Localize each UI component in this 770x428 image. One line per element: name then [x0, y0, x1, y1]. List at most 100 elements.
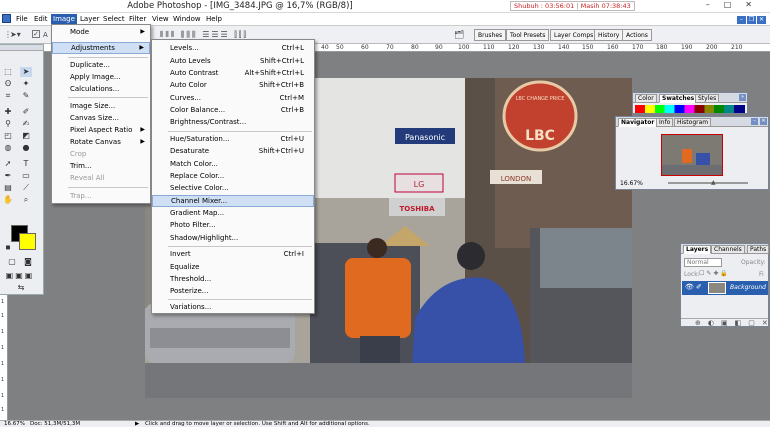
panel-minimize-icon[interactable]: –: [751, 118, 758, 125]
menu-item-auto-contrast[interactable]: Auto Contrast Alt+Shift+Ctrl+L: [152, 67, 314, 79]
menu-item-duplicate[interactable]: Duplicate...: [52, 59, 150, 71]
minimize-button[interactable]: –: [706, 0, 724, 9]
toolbox-grip[interactable]: [0, 45, 43, 51]
menu-item-auto-color[interactable]: Auto Color Shift+Ctrl+B: [152, 79, 314, 91]
marquee-tool-icon[interactable]: ⬚: [2, 67, 14, 77]
quick-mask-icon[interactable]: ◙: [22, 257, 34, 267]
tab-styles[interactable]: Styles: [695, 94, 720, 103]
menu-help[interactable]: Help: [204, 14, 224, 24]
menu-item-curves[interactable]: Curves... Ctrl+M: [152, 92, 314, 104]
menu-window[interactable]: Window: [171, 14, 203, 24]
menu-item-gradient-map[interactable]: Gradient Map...: [152, 207, 314, 219]
blur-tool-icon[interactable]: ◍: [2, 143, 14, 153]
menu-item-equalize[interactable]: Equalize: [152, 261, 314, 273]
menu-image[interactable]: Image: [51, 14, 77, 24]
background-color-swatch[interactable]: [19, 233, 36, 250]
menu-edit[interactable]: Edit: [32, 14, 50, 24]
menu-item-threshold[interactable]: Threshold...: [152, 273, 314, 285]
shape-tool-icon[interactable]: ▭: [20, 171, 32, 181]
gradient-tool-icon[interactable]: ◩: [20, 131, 32, 141]
menu-filter[interactable]: Filter: [127, 14, 148, 24]
zoom-slider-thumb-icon[interactable]: ▲: [711, 179, 716, 186]
menu-item-mode[interactable]: Mode ▶: [52, 26, 150, 38]
jump-to-imageready-icon[interactable]: ⇆: [6, 283, 36, 293]
doc-close-button[interactable]: ✕: [757, 16, 766, 24]
layer-name[interactable]: Background: [730, 284, 766, 291]
tab-channels[interactable]: Channels: [711, 245, 745, 254]
eye-icon[interactable]: 👁: [685, 283, 694, 291]
menu-select[interactable]: Select: [101, 14, 127, 24]
dodge-tool-icon[interactable]: ●: [20, 143, 32, 153]
menu-item-calculations[interactable]: Calculations...: [52, 83, 150, 95]
panel-close-icon[interactable]: ✕: [760, 118, 767, 125]
standard-mode-icon[interactable]: ▢: [6, 257, 18, 267]
menu-item-pixel-aspect-ratio[interactable]: Pixel Aspect Ratio ▶: [52, 124, 150, 136]
menu-item-apply-image[interactable]: Apply Image...: [52, 71, 150, 83]
lasso-tool-icon[interactable]: ʘ: [2, 79, 14, 89]
history-brush-icon[interactable]: ✍: [20, 119, 32, 129]
menu-item-image-size[interactable]: Image Size...: [52, 100, 150, 112]
doc-minimize-button[interactable]: –: [737, 16, 746, 24]
well-tab-layer-comps[interactable]: Layer Comps: [550, 29, 598, 41]
menu-item-posterize[interactable]: Posterize...: [152, 285, 314, 297]
tab-color[interactable]: Color: [635, 94, 657, 103]
doc-restore-button[interactable]: ❐: [747, 16, 756, 24]
slice-tool-icon[interactable]: ✎: [20, 91, 32, 101]
tab-info[interactable]: Info: [656, 118, 674, 127]
path-selection-icon[interactable]: ➚: [2, 159, 14, 169]
blend-mode-select[interactable]: Normal: [684, 258, 722, 267]
menu-item-trim[interactable]: Trim...: [52, 160, 150, 172]
menu-item-canvas-size[interactable]: Canvas Size...: [52, 112, 150, 124]
crop-tool-icon[interactable]: ⌗: [2, 91, 14, 101]
clone-stamp-icon[interactable]: ⚲: [2, 119, 14, 129]
menu-item-invert[interactable]: Invert Ctrl+I: [152, 248, 314, 260]
menu-item-reveal-all[interactable]: Reveal All: [52, 172, 150, 184]
menu-item-adjustments[interactable]: Adjustments ▶: [52, 42, 150, 54]
go-to-bridge-icon[interactable]: 🗂: [454, 30, 464, 39]
move-tool-preset-icon[interactable]: ➤▾: [10, 30, 21, 39]
well-tab-brushes[interactable]: Brushes: [474, 29, 507, 41]
navigator-zoom-slider[interactable]: [668, 182, 748, 184]
swatch-strip[interactable]: [635, 105, 745, 113]
healing-brush-icon[interactable]: ✚: [2, 107, 14, 117]
menu-item-replace-color[interactable]: Replace Color...: [152, 170, 314, 182]
menu-item-variations[interactable]: Variations...: [152, 301, 314, 313]
photoshop-icon[interactable]: [2, 14, 11, 23]
eraser-tool-icon[interactable]: ◰: [2, 131, 14, 141]
menu-item-rotate-canvas[interactable]: Rotate Canvas ▶: [52, 136, 150, 148]
screen-mode-icons[interactable]: ▣▣▣: [2, 271, 38, 281]
layers-footer-icons[interactable]: ⊕◐▣◧▢✕: [681, 318, 768, 327]
navigator-thumbnail[interactable]: [661, 134, 723, 176]
layer-row-background[interactable]: 👁 ✐ Background: [682, 281, 768, 295]
menu-item-auto-levels[interactable]: Auto Levels Shift+Ctrl+L: [152, 55, 314, 67]
panel-menu-icon[interactable]: »: [739, 94, 746, 101]
brush-tool-icon[interactable]: ✐: [20, 107, 32, 117]
window-controls[interactable]: –□✕: [706, 0, 766, 9]
menu-item-brightness-contrast[interactable]: Brightness/Contrast...: [152, 116, 314, 128]
menu-item-channel-mixer[interactable]: Channel Mixer...: [152, 195, 314, 207]
menu-item-match-color[interactable]: Match Color...: [152, 158, 314, 170]
menu-item-photo-filter[interactable]: Photo Filter...: [152, 219, 314, 231]
tab-layers[interactable]: Layers: [683, 245, 712, 254]
notes-tool-icon[interactable]: ▤: [2, 183, 14, 193]
maximize-button[interactable]: □: [724, 0, 746, 9]
menu-item-trap[interactable]: Trap...: [52, 190, 150, 202]
well-tab-actions[interactable]: Actions: [622, 29, 652, 41]
lock-icons[interactable]: ☐✎✚🔒: [699, 270, 730, 277]
menu-view[interactable]: View: [150, 14, 171, 24]
close-button[interactable]: ✕: [745, 0, 766, 9]
menu-item-color-balance[interactable]: Color Balance... Ctrl+B: [152, 104, 314, 116]
menu-item-desaturate[interactable]: Desaturate Shift+Ctrl+U: [152, 145, 314, 157]
tab-navigator[interactable]: Navigator: [618, 118, 658, 127]
tab-histogram[interactable]: Histogram: [674, 118, 712, 127]
default-colors-icon[interactable]: ◼: [2, 243, 14, 253]
hand-tool-icon[interactable]: ✋: [2, 195, 14, 205]
move-tool-icon[interactable]: ➤: [20, 67, 32, 77]
menu-item-selective-color[interactable]: Selective Color...: [152, 182, 314, 194]
pen-tool-icon[interactable]: ✒: [2, 171, 14, 181]
menu-layer[interactable]: Layer: [78, 14, 102, 24]
zoom-tool-icon[interactable]: ⌕: [20, 195, 32, 205]
magic-wand-icon[interactable]: ✦: [20, 79, 32, 89]
menu-item-levels[interactable]: Levels... Ctrl+L: [152, 42, 314, 54]
menu-item-hue-saturation[interactable]: Hue/Saturation... Ctrl+U: [152, 133, 314, 145]
